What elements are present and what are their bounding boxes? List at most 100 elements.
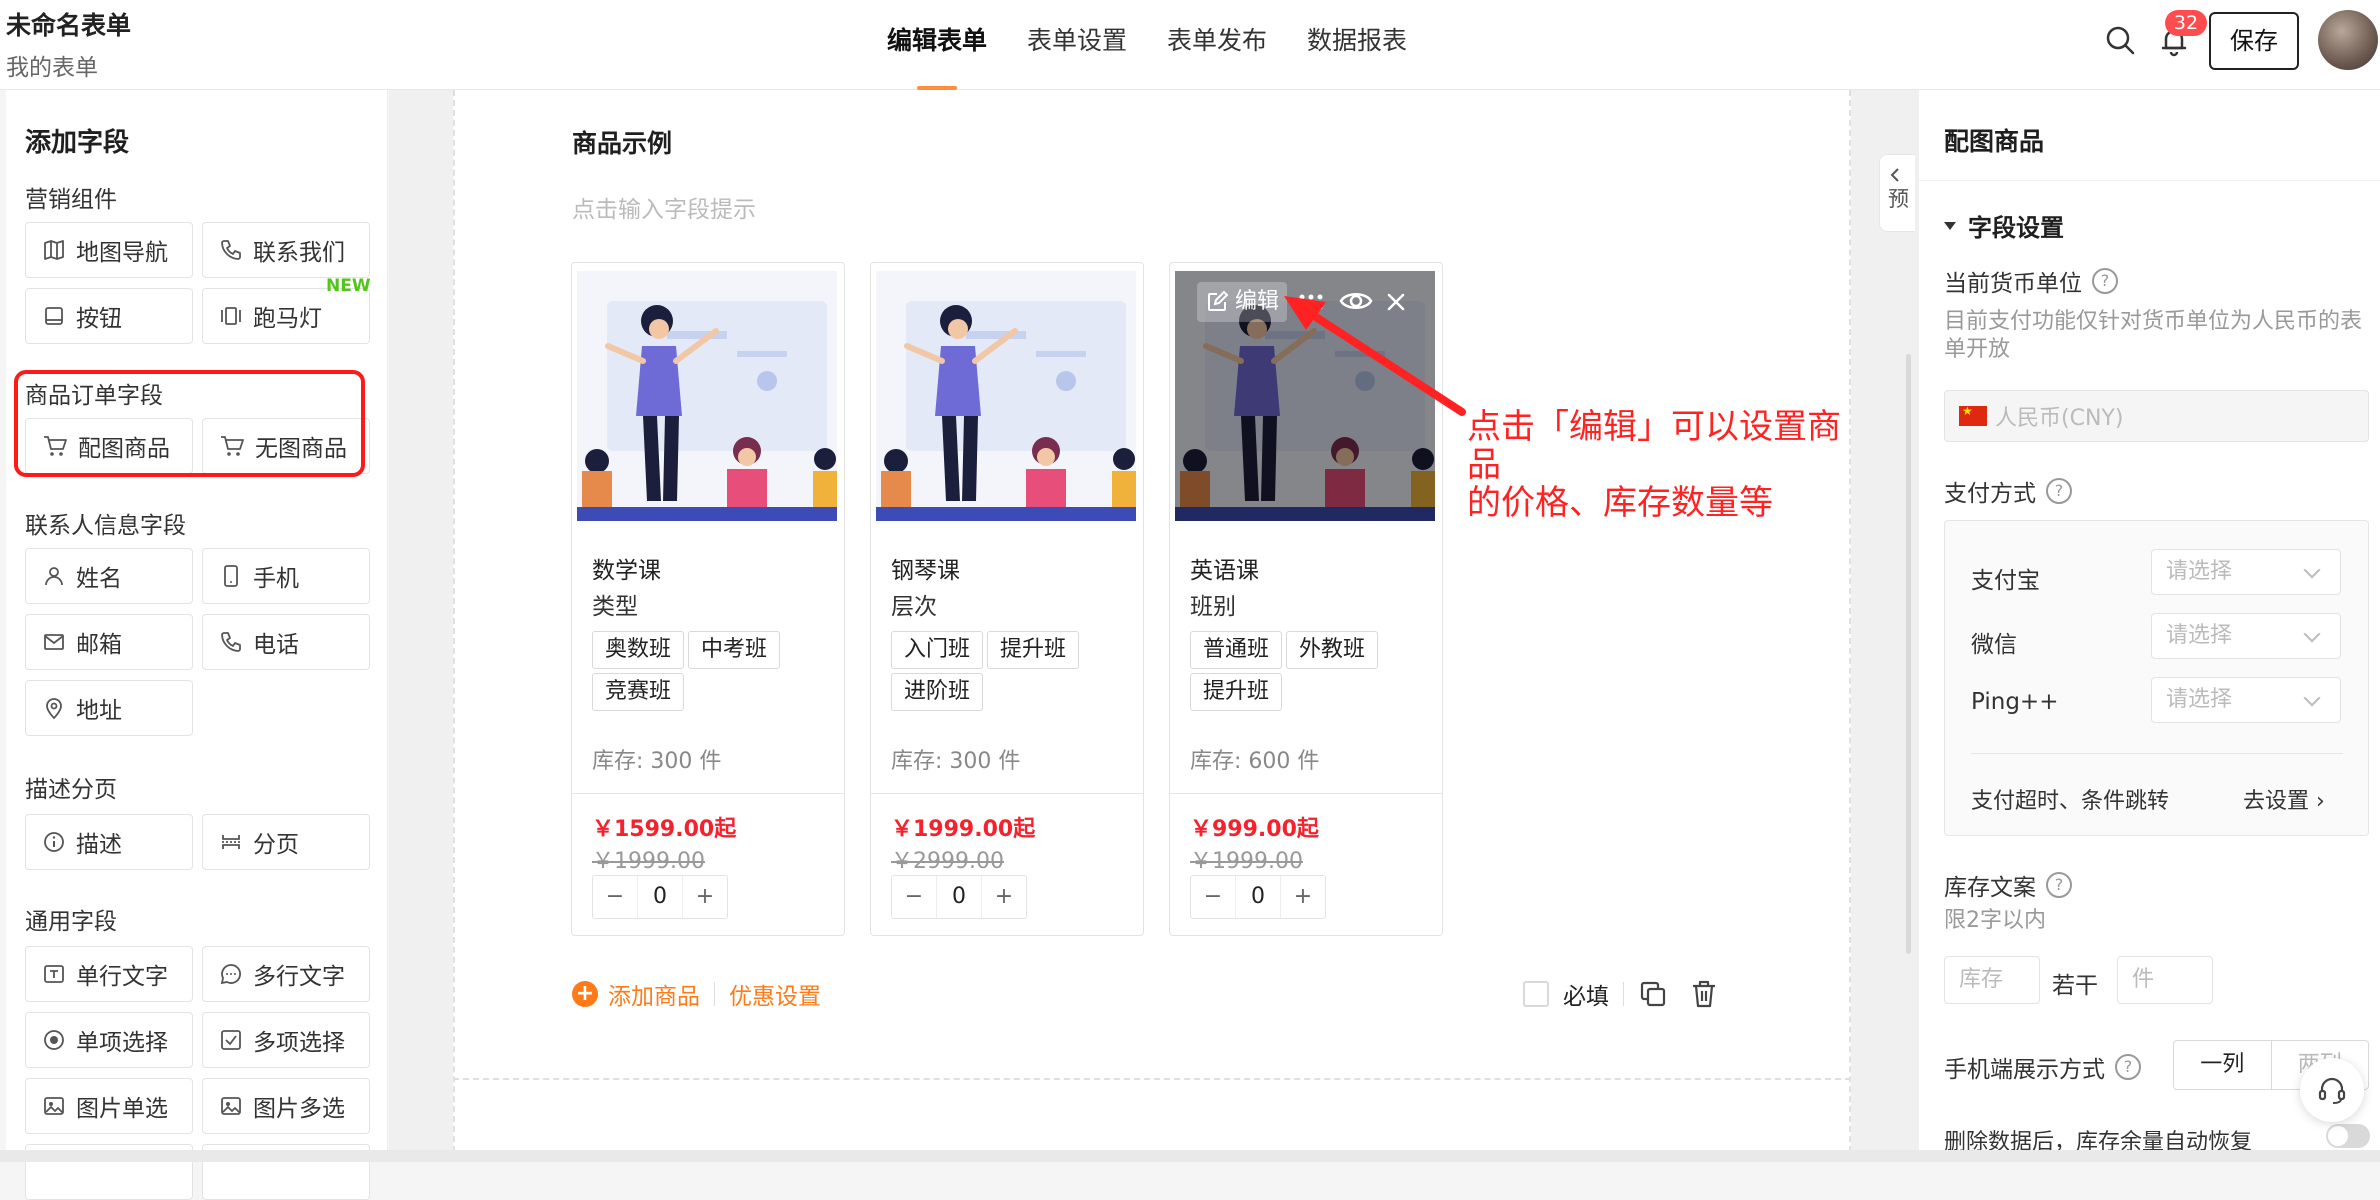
plus-circle-icon[interactable]: +	[572, 981, 598, 1007]
go-settings-link[interactable]: 去设置 ›	[2243, 783, 2325, 815]
minus-button[interactable]: −	[892, 876, 936, 918]
one-column-option[interactable]: 一列	[2174, 1041, 2272, 1089]
drag-handle-icon[interactable]	[1298, 292, 1324, 312]
field-multi-choice[interactable]: 多项选择	[202, 1012, 370, 1068]
search-icon[interactable]	[2104, 24, 2136, 56]
field-name[interactable]: 姓名	[25, 548, 193, 604]
edit-label: 编辑	[1235, 289, 1280, 314]
form-title[interactable]: 未命名表单	[6, 6, 131, 42]
preview-tab[interactable]: 预	[1879, 154, 1915, 232]
pay-timeout-label: 支付超时、条件跳转	[1971, 789, 2170, 814]
field-label: 多项选择	[253, 1030, 345, 1056]
product-card[interactable]: 数学课 类型 奥数班 中考班 竞赛班 库存: 300 件 ￥1599.00起 ￥…	[571, 262, 845, 936]
field-hint[interactable]: 点击输入字段提示	[572, 190, 756, 224]
stock-prefix-input[interactable]: 库存	[1944, 956, 2040, 1004]
canvas-scrollbar[interactable]	[1906, 354, 1911, 954]
tab-edit-form[interactable]: 编辑表单	[887, 0, 987, 90]
info-icon	[44, 832, 64, 852]
tab-form-settings[interactable]: 表单设置	[1027, 0, 1127, 90]
group-marketing: 营销组件	[25, 187, 117, 213]
field-title[interactable]: 商品示例	[572, 124, 672, 160]
tab-form-publish[interactable]: 表单发布	[1167, 0, 1267, 90]
field-description[interactable]: 描述	[25, 814, 193, 870]
horizontal-scrollbar[interactable]	[0, 1150, 2380, 1162]
spec-tag[interactable]: 提升班	[1190, 673, 1283, 711]
copy-icon[interactable]	[1638, 979, 1668, 1009]
field-address[interactable]: 地址	[25, 680, 193, 736]
spec-tag[interactable]: 进阶班	[891, 673, 984, 711]
auto-restore-switch[interactable]	[2326, 1124, 2370, 1148]
field-email[interactable]: 邮箱	[25, 614, 193, 670]
quantity-stepper: − 0 +	[592, 875, 728, 919]
spec-tag[interactable]: 外教班	[1286, 631, 1379, 669]
plus-button[interactable]: +	[1281, 876, 1325, 918]
product-card[interactable]: 钢琴课 层次 入门班 提升班 进阶班 库存: 300 件 ￥1999.00起 ￥…	[870, 262, 1144, 936]
pingpp-select[interactable]: 请选择	[2151, 677, 2341, 723]
quantity-value[interactable]: 0	[936, 876, 982, 918]
mail-icon	[44, 634, 64, 650]
spec-tag[interactable]: 奥数班	[592, 631, 685, 669]
avatar[interactable]	[2318, 10, 2378, 70]
customer-service-button[interactable]	[2300, 1058, 2364, 1122]
field-image-multi[interactable]: 图片多选	[202, 1078, 370, 1134]
wechat-select[interactable]: 请选择	[2151, 613, 2341, 659]
field-multi-line[interactable]: 多行文字	[202, 946, 370, 1002]
label-text: 手机端展示方式	[1944, 1057, 2105, 1083]
field-contact-us[interactable]: 联系我们	[202, 222, 370, 278]
minus-button[interactable]: −	[1191, 876, 1235, 918]
original-price: ￥1999.00	[1190, 849, 1303, 874]
help-icon[interactable]: ?	[2046, 478, 2072, 504]
product-image	[876, 271, 1136, 521]
eye-icon[interactable]	[1339, 287, 1373, 315]
field-pagination[interactable]: 分页	[202, 814, 370, 870]
field-settings-toggle[interactable]: 字段设置	[1944, 208, 2064, 243]
product-spec: 班别	[1190, 594, 1236, 620]
field-label: 联系我们	[253, 240, 345, 266]
payment-name: Ping++	[1971, 689, 2059, 715]
required-checkbox[interactable]	[1523, 981, 1549, 1007]
field-mobile[interactable]: 手机	[202, 548, 370, 604]
quantity-stepper: − 0 +	[891, 875, 1027, 919]
coupon-settings-button[interactable]: 优惠设置	[729, 977, 821, 1011]
help-icon[interactable]: ?	[2092, 268, 2118, 294]
field-image-single[interactable]: 图片单选	[25, 1078, 193, 1134]
product-card-selected[interactable]: 英语课 班别 普通班 外教班 提升班 库存: 600 件 ￥999.00起 ￥1…	[1169, 262, 1443, 936]
spec-tag[interactable]: 普通班	[1190, 631, 1283, 669]
field-label: 按钮	[76, 306, 122, 332]
help-icon[interactable]: ?	[2115, 1054, 2141, 1080]
spec-tag[interactable]: 竞赛班	[592, 673, 685, 711]
tab-data-report[interactable]: 数据报表	[1307, 0, 1407, 90]
breadcrumb[interactable]: 我的表单	[6, 48, 98, 82]
field-label: 地图导航	[76, 240, 168, 266]
quantity-value[interactable]: 0	[1235, 876, 1281, 918]
stock-unit-input[interactable]: 件	[2117, 956, 2213, 1004]
field-marquee[interactable]: 跑马灯	[202, 288, 370, 344]
alipay-select[interactable]: 请选择	[2151, 549, 2341, 595]
close-icon[interactable]	[1386, 292, 1406, 312]
field-map-navigation[interactable]: 地图导航	[25, 222, 193, 278]
product-name: 数学课	[592, 558, 661, 584]
payment-box: 支付宝 请选择 微信 请选择 Ping++ 请选择 支付超时、条件跳转 去设置 …	[1944, 520, 2369, 836]
currency-label: 当前货币单位?	[1944, 264, 2118, 298]
group-common: 通用字段	[25, 909, 117, 935]
trash-icon[interactable]	[1690, 979, 1718, 1009]
spec-tag[interactable]: 入门班	[891, 631, 984, 669]
field-label: 分页	[253, 832, 299, 858]
save-button[interactable]: 保存	[2209, 12, 2299, 70]
edit-product-button[interactable]: 编辑	[1197, 282, 1288, 322]
field-phone[interactable]: 电话	[202, 614, 370, 670]
field-single-choice[interactable]: 单项选择	[25, 1012, 193, 1068]
minus-button[interactable]: −	[593, 876, 637, 918]
left-gutter	[389, 90, 453, 1162]
spec-tag[interactable]: 提升班	[987, 631, 1080, 669]
quantity-value[interactable]: 0	[637, 876, 683, 918]
field-single-line[interactable]: 单行文字	[25, 946, 193, 1002]
field-button[interactable]: 按钮	[25, 288, 193, 344]
add-product-button[interactable]: 添加商品	[608, 977, 700, 1011]
help-icon[interactable]: ?	[2046, 872, 2072, 898]
spec-tag[interactable]: 中考班	[688, 631, 781, 669]
plus-button[interactable]: +	[683, 876, 727, 918]
caret-down-icon	[1944, 221, 1956, 230]
plus-button[interactable]: +	[982, 876, 1026, 918]
product-name: 钢琴课	[891, 558, 960, 584]
